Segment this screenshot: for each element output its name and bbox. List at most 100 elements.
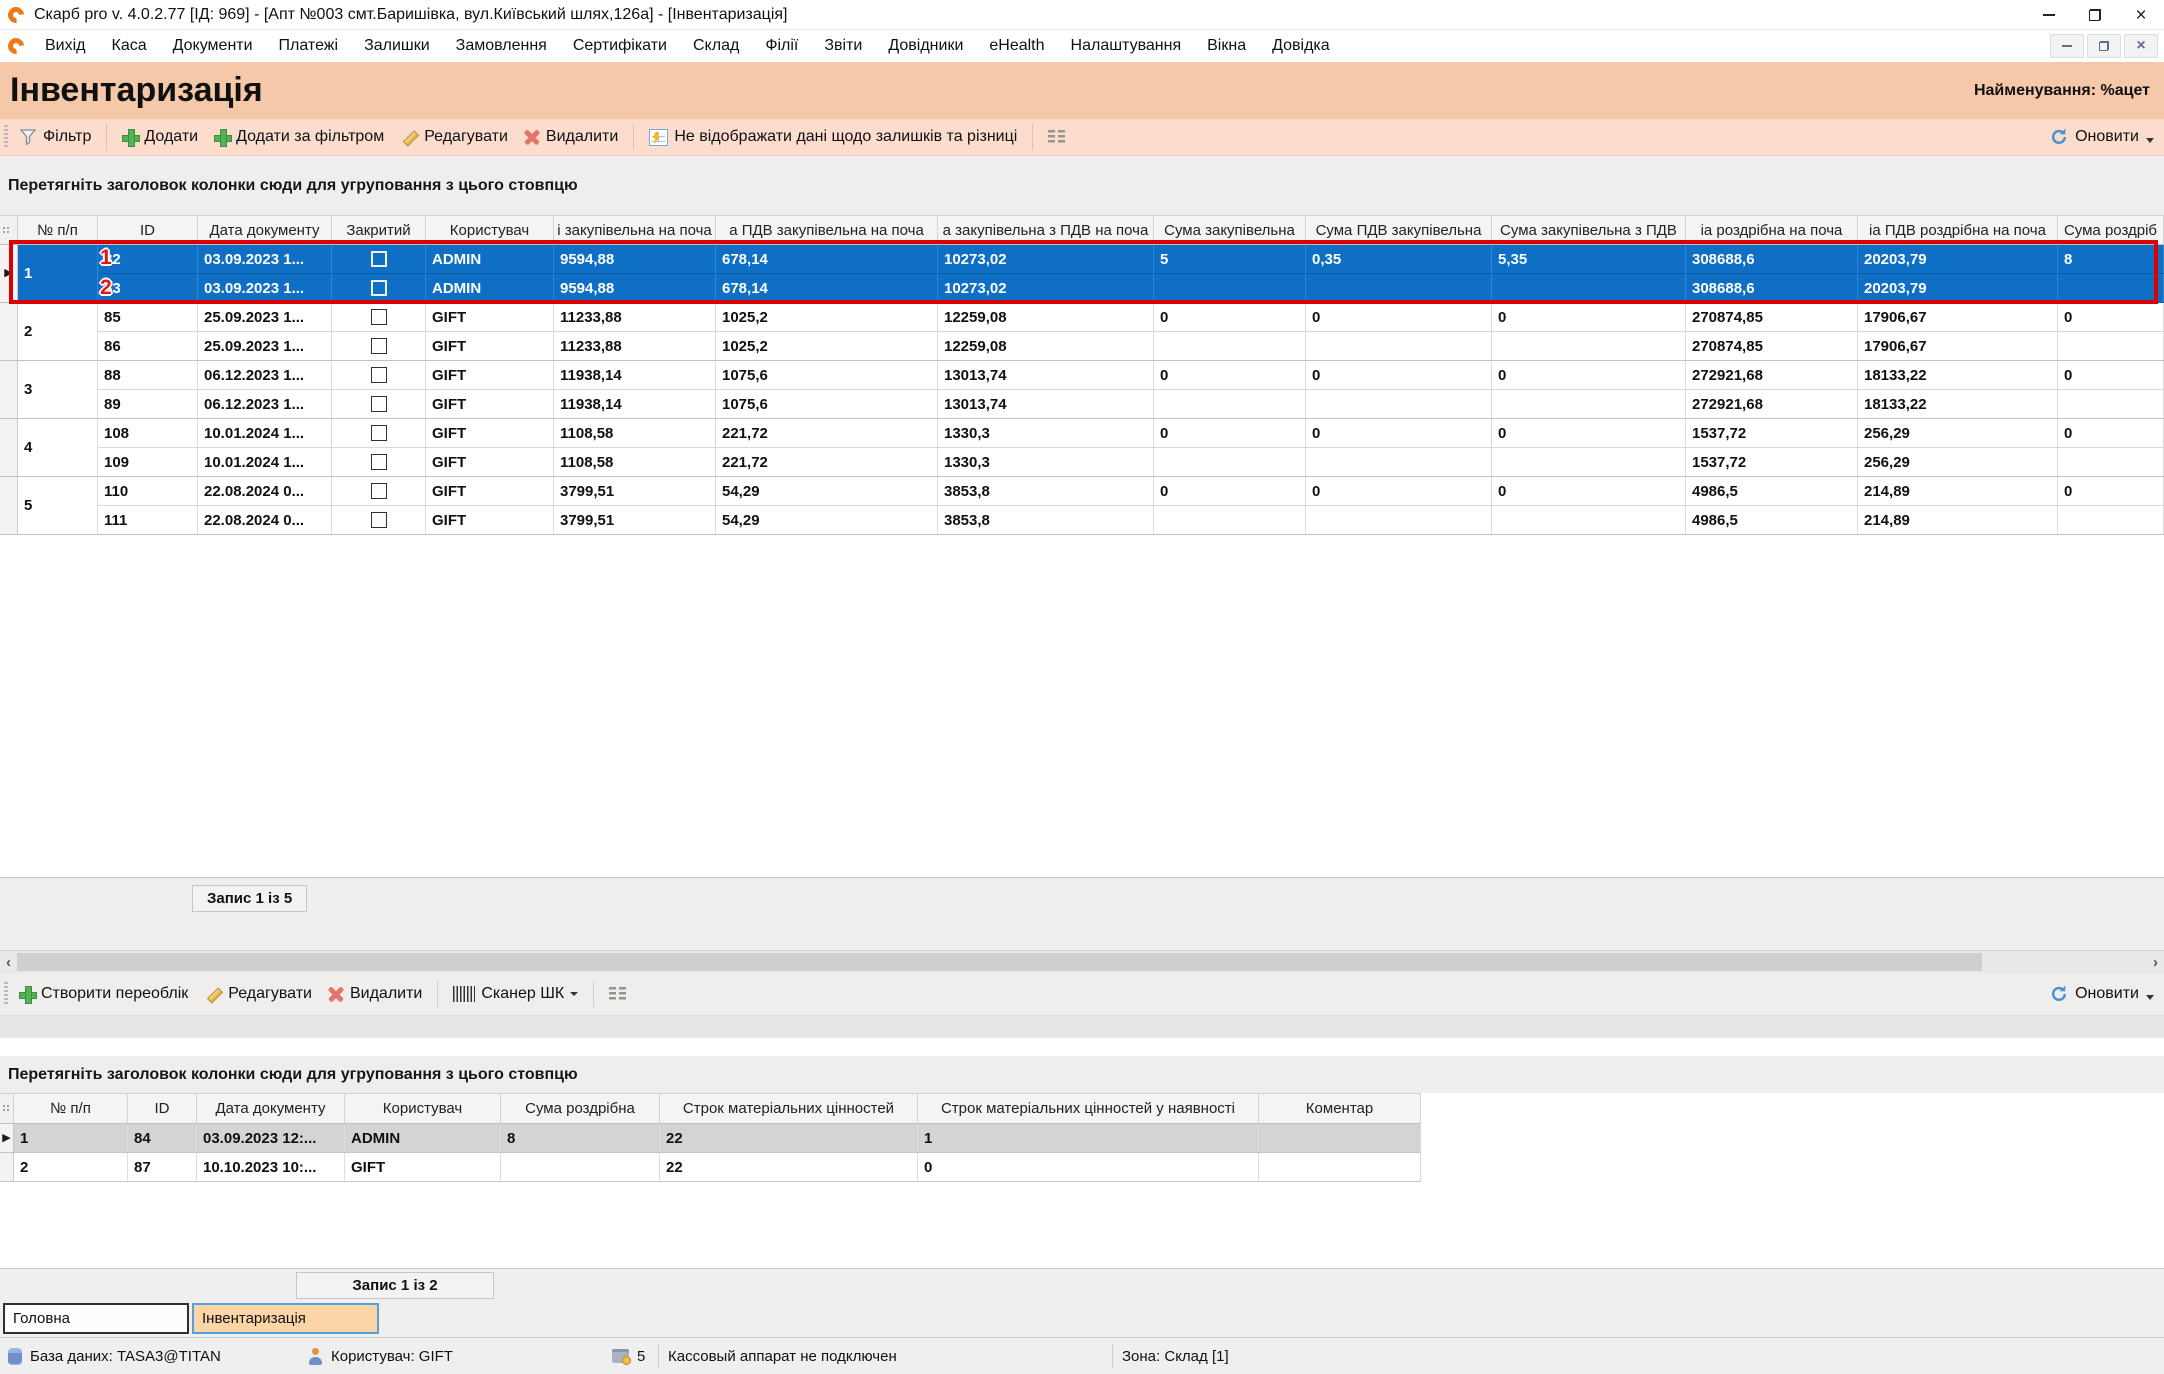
toolbar-grip[interactable] (4, 982, 8, 1006)
table-row[interactable]: ▶18403.09.2023 12:...ADMIN8221 (0, 1124, 1421, 1153)
mdi-minimize-button[interactable] (2050, 34, 2084, 58)
scroll-right-arrow[interactable]: › (2147, 951, 2164, 973)
column-header-6[interactable]: і закупівельна на поча (554, 216, 716, 244)
column-chooser-button[interactable] (1043, 127, 1070, 148)
delete-button[interactable]: Видалити (519, 125, 623, 149)
menu-item-11[interactable]: eHealth (976, 37, 1057, 55)
group-by-panel[interactable]: Перетягніть заголовок колонки сюди для у… (0, 156, 2164, 215)
table-row-group[interactable]: ▶18203.09.2023 1...ADMIN9594,88678,14102… (0, 245, 2164, 303)
menu-item-8[interactable]: Філії (752, 37, 811, 55)
filter-button[interactable]: Фільтр (14, 125, 96, 149)
column-header-14[interactable]: Сума роздріб (2058, 216, 2164, 244)
tab-inventory[interactable]: Інвентаризація (192, 1303, 379, 1334)
table-row[interactable]: 10910.01.2024 1...GIFT1108,58221,721330,… (98, 448, 2164, 477)
mdi-restore-button[interactable] (2087, 34, 2121, 58)
table-row[interactable]: 11122.08.2024 0...GIFT3799,5154,293853,8… (98, 506, 2164, 535)
delete-recount-button[interactable]: Видалити (323, 982, 427, 1006)
edit-button[interactable]: Редагувати (395, 125, 513, 149)
column-header-2[interactable]: ID (128, 1094, 197, 1123)
menu-item-6[interactable]: Сертифікати (560, 37, 680, 55)
tab-home[interactable]: Головна (3, 1303, 189, 1334)
menu-item-7[interactable]: Склад (680, 37, 752, 55)
close-button[interactable]: × (2118, 0, 2164, 30)
column-header-7[interactable]: а ПДВ закупівельна на поча (716, 216, 938, 244)
closed-checkbox[interactable] (371, 483, 387, 499)
column-header-0[interactable] (0, 1094, 14, 1123)
closed-checkbox[interactable] (371, 338, 387, 354)
column-header-0[interactable] (0, 216, 18, 244)
menu-item-1[interactable]: Каса (99, 37, 160, 55)
column-header-1[interactable]: № п/п (18, 216, 98, 244)
minimize-button[interactable] (2026, 0, 2072, 30)
column-header-4[interactable]: Користувач (345, 1094, 501, 1123)
table-row-group[interactable]: 511022.08.2024 0...GIFT3799,5154,293853,… (0, 477, 2164, 535)
menu-item-2[interactable]: Документи (160, 37, 266, 55)
table-row[interactable]: 10810.01.2024 1...GIFT1108,58221,721330,… (98, 419, 2164, 448)
barcode-scanner-button[interactable]: Сканер ШК (448, 982, 583, 1006)
closed-checkbox[interactable] (371, 425, 387, 441)
column-header-10[interactable]: Сума ПДВ закупівельна (1306, 216, 1492, 244)
cell-col-2: 110 (98, 477, 198, 505)
closed-checkbox[interactable] (371, 367, 387, 383)
restore-button[interactable] (2072, 0, 2118, 30)
menu-item-14[interactable]: Довідка (1259, 37, 1343, 55)
menu-item-5[interactable]: Замовлення (443, 37, 560, 55)
create-recount-button[interactable]: Створити переоблік (14, 982, 193, 1006)
column-header-12[interactable]: іа роздрібна на поча (1686, 216, 1858, 244)
menu-item-10[interactable]: Довідники (875, 37, 976, 55)
column-header-3[interactable]: Дата документу (197, 1094, 345, 1123)
closed-checkbox[interactable] (371, 396, 387, 412)
hide-balances-button[interactable]: Не відображати дані щодо залишків та різ… (644, 125, 1022, 149)
table-row-group[interactable]: 28525.09.2023 1...GIFT11233,881025,21225… (0, 303, 2164, 361)
menu-item-12[interactable]: Налаштування (1058, 37, 1195, 55)
column-header-5[interactable]: Користувач (426, 216, 554, 244)
refresh-recount-button[interactable]: Оновити (2050, 985, 2154, 1003)
scrollbar-thumb[interactable] (17, 953, 1982, 971)
column-header-7[interactable]: Строк матеріальних цінностей у наявності (918, 1094, 1259, 1123)
column-header-5[interactable]: Сума роздрібна (501, 1094, 660, 1123)
cell-col-5: 8 (501, 1124, 660, 1152)
column-header-2[interactable]: ID (98, 216, 198, 244)
table-row[interactable]: 8303.09.2023 1...ADMIN9594,88678,1410273… (98, 274, 2164, 303)
column-header-11[interactable]: Сума закупівельна з ПДВ (1492, 216, 1686, 244)
refresh-button[interactable]: Оновити (2050, 128, 2154, 146)
table-row[interactable]: 8806.12.2023 1...GIFT11938,141075,613013… (98, 361, 2164, 390)
table-row[interactable]: 11022.08.2024 0...GIFT3799,5154,293853,8… (98, 477, 2164, 506)
closed-checkbox[interactable] (371, 251, 387, 267)
edit-recount-button[interactable]: Редагувати (199, 982, 317, 1006)
menu-item-3[interactable]: Платежі (266, 37, 352, 55)
column-chooser-button[interactable] (604, 984, 631, 1005)
table-row-group[interactable]: 410810.01.2024 1...GIFT1108,58221,721330… (0, 419, 2164, 477)
scroll-left-arrow[interactable]: ‹ (0, 951, 17, 973)
table-row[interactable]: 28710.10.2023 10:...GIFT220 (0, 1153, 1421, 1182)
column-header-1[interactable]: № п/п (14, 1094, 128, 1123)
add-button[interactable]: Додати (117, 125, 203, 149)
column-header-8[interactable]: Коментар (1259, 1094, 1421, 1123)
menu-item-4[interactable]: Залишки (351, 37, 443, 55)
column-header-8[interactable]: а закупівельна з ПДВ на поча (938, 216, 1154, 244)
table-row[interactable]: 8625.09.2023 1...GIFT11233,881025,212259… (98, 332, 2164, 361)
column-header-4[interactable]: Закритий (332, 216, 426, 244)
group-rows: 11022.08.2024 0...GIFT3799,5154,293853,8… (98, 477, 2164, 535)
closed-checkbox[interactable] (371, 454, 387, 470)
horizontal-scrollbar[interactable]: ‹ › (0, 950, 2164, 973)
closed-checkbox[interactable] (371, 309, 387, 325)
table-row[interactable]: 8203.09.2023 1...ADMIN9594,88678,1410273… (98, 245, 2164, 274)
column-header-13[interactable]: іа ПДВ роздрібна на поча (1858, 216, 2058, 244)
column-header-6[interactable]: Строк матеріальних цінностей (660, 1094, 918, 1123)
cell-col-6: 3799,51 (554, 506, 716, 534)
closed-checkbox[interactable] (371, 280, 387, 296)
closed-checkbox[interactable] (371, 512, 387, 528)
menu-item-0[interactable]: Вихід (32, 37, 99, 55)
add-by-filter-button[interactable]: Додати за фільтром (209, 125, 389, 149)
table-row[interactable]: 8906.12.2023 1...GIFT11938,141075,613013… (98, 390, 2164, 419)
toolbar-grip[interactable] (4, 125, 8, 149)
menu-item-13[interactable]: Вікна (1194, 37, 1259, 55)
menu-item-9[interactable]: Звіти (811, 37, 875, 55)
mdi-close-button[interactable]: × (2124, 34, 2158, 58)
table-row-group[interactable]: 38806.12.2023 1...GIFT11938,141075,61301… (0, 361, 2164, 419)
group-by-panel-recount[interactable]: Перетягніть заголовок колонки сюди для у… (0, 1056, 2164, 1093)
table-row[interactable]: 8525.09.2023 1...GIFT11233,881025,212259… (98, 303, 2164, 332)
column-header-3[interactable]: Дата документу (198, 216, 332, 244)
column-header-9[interactable]: Сума закупівельна (1154, 216, 1306, 244)
